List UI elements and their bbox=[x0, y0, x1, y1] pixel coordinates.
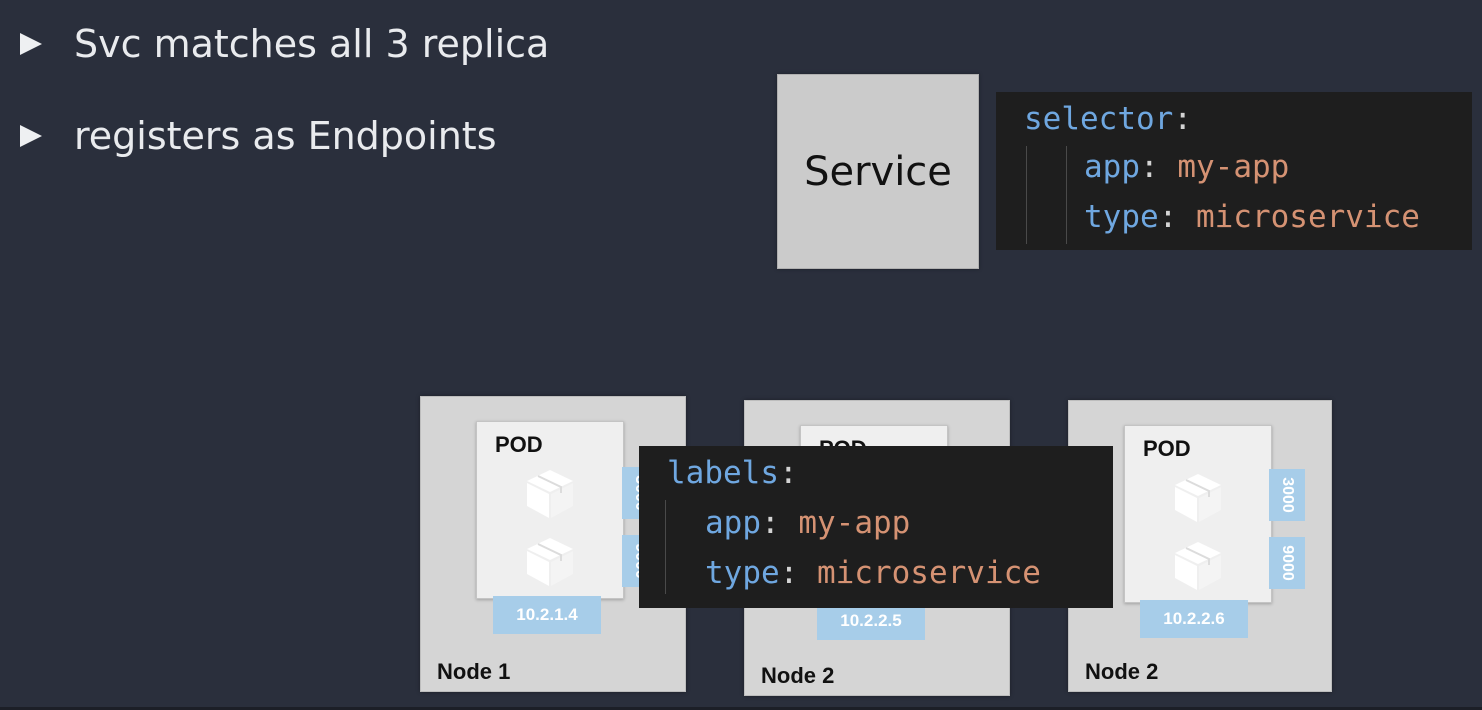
bullet-triangle-icon bbox=[20, 33, 42, 55]
code-line: labels: bbox=[667, 455, 798, 491]
bullet-item: registers as Endpoints bbox=[20, 114, 497, 158]
labels-code-block: labels: app: my-app type: microservice bbox=[639, 446, 1113, 608]
container-cube-icon bbox=[1175, 542, 1221, 590]
bullet-text: registers as Endpoints bbox=[74, 114, 497, 158]
pod-card: POD bbox=[1124, 425, 1272, 603]
code-line: type: microservice bbox=[1084, 199, 1420, 235]
pod-card: POD bbox=[476, 421, 624, 599]
bullet-triangle-icon bbox=[20, 125, 42, 147]
code-key: selector bbox=[1024, 101, 1174, 137]
pod-title: POD bbox=[495, 432, 543, 457]
code-key: app bbox=[705, 505, 761, 541]
bullet-text: Svc matches all 3 replica bbox=[74, 22, 550, 66]
container-cube-icon bbox=[1175, 474, 1221, 522]
bullet-item: Svc matches all 3 replica bbox=[20, 22, 549, 66]
code-key: type bbox=[705, 555, 780, 591]
code-value: microservice bbox=[816, 555, 1041, 591]
pod-ip-badge: 10.2.2.6 bbox=[1140, 600, 1248, 638]
service-box: Service bbox=[777, 74, 979, 269]
container-cube-icon bbox=[527, 470, 573, 518]
code-key: labels bbox=[667, 455, 779, 491]
code-key: type bbox=[1084, 199, 1159, 235]
indent-guide bbox=[1026, 146, 1027, 244]
selector-code-block: selector: app: my-app type: microservice bbox=[996, 92, 1472, 250]
node-label: Node 1 bbox=[437, 659, 511, 684]
code-value: microservice bbox=[1195, 199, 1420, 235]
code-line: type: microservice bbox=[705, 555, 1041, 591]
pod-title: POD bbox=[1143, 436, 1191, 461]
pod-ip-badge: 10.2.1.4 bbox=[493, 596, 601, 634]
code-value: my-app bbox=[1177, 149, 1290, 185]
code-value: my-app bbox=[798, 505, 911, 541]
node-label: Node 2 bbox=[761, 663, 835, 688]
port-badge: 9000 bbox=[1269, 537, 1305, 589]
indent-guide bbox=[665, 500, 666, 594]
code-line: app: my-app bbox=[1084, 149, 1290, 185]
code-line: selector: bbox=[1024, 101, 1192, 137]
port-badge: 3000 bbox=[1269, 469, 1305, 521]
code-key: app bbox=[1084, 149, 1140, 185]
indent-guide bbox=[1066, 146, 1067, 244]
code-line: app: my-app bbox=[705, 505, 911, 541]
service-label: Service bbox=[804, 148, 952, 195]
node-label: Node 2 bbox=[1085, 659, 1159, 684]
container-cube-icon bbox=[527, 538, 573, 586]
